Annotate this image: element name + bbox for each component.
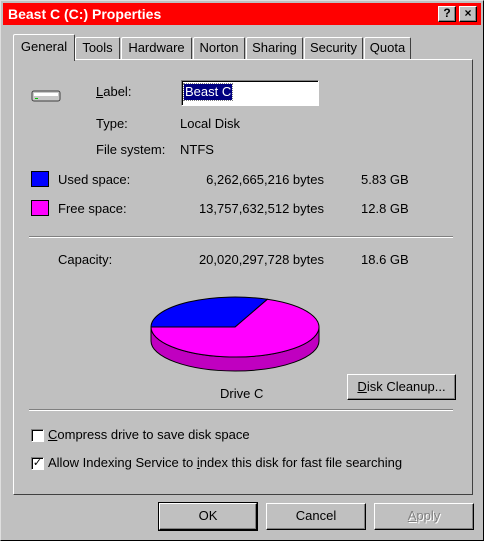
compress-checkbox[interactable] xyxy=(31,429,44,442)
free-space-bytes: 13,757,632,512 bytes xyxy=(198,201,324,216)
free-space-swatch xyxy=(31,200,49,216)
label-input[interactable]: Beast C xyxy=(181,80,319,106)
disk-cleanup-button[interactable]: Disk Cleanup... xyxy=(347,374,456,400)
label-input-value: Beast C xyxy=(182,83,234,101)
tab-security[interactable]: Security xyxy=(304,37,363,59)
title-bar[interactable]: Beast C (C:) Properties ? × xyxy=(3,3,481,25)
tab-quota[interactable]: Quota xyxy=(364,37,411,59)
used-space-bytes: 6,262,665,216 bytes xyxy=(206,172,324,187)
disk-usage-pie-chart xyxy=(150,296,320,372)
separator-top xyxy=(29,236,453,238)
window-title: Beast C (C:) Properties xyxy=(8,6,162,22)
filesystem-value: NTFS xyxy=(180,142,214,157)
close-button[interactable]: × xyxy=(459,6,477,22)
free-space-caption: Free space: xyxy=(58,201,127,216)
apply-button[interactable]: Apply xyxy=(374,503,474,530)
capacity-bytes: 20,020,297,728 bytes xyxy=(198,252,324,267)
tab-sharing[interactable]: Sharing xyxy=(246,37,303,59)
indexing-label: Allow Indexing Service to index this dis… xyxy=(48,455,403,470)
tab-hardware[interactable]: Hardware xyxy=(121,37,192,59)
hard-drive-icon xyxy=(31,90,61,102)
filesystem-caption: File system: xyxy=(96,142,166,157)
compress-label: Compress drive to save disk space xyxy=(48,427,250,442)
type-value: Local Disk xyxy=(180,116,240,131)
free-space-gb: 12.8 GB xyxy=(361,201,409,216)
tab-tools[interactable]: Tools xyxy=(75,37,120,59)
drive-caption: Drive C xyxy=(220,386,264,401)
type-caption: Type: xyxy=(96,116,128,131)
used-space-swatch xyxy=(31,171,49,187)
help-button[interactable]: ? xyxy=(438,6,456,22)
used-space-caption: Used space: xyxy=(58,172,131,187)
label-caption: Label: xyxy=(96,84,132,99)
used-space-gb: 5.83 GB xyxy=(361,172,409,187)
capacity-gb: 18.6 GB xyxy=(361,252,409,267)
separator-bottom xyxy=(29,409,453,411)
tab-general[interactable]: General xyxy=(13,34,75,61)
tab-norton[interactable]: Norton xyxy=(193,37,245,59)
ok-button[interactable]: OK xyxy=(158,502,258,531)
cancel-button[interactable]: Cancel xyxy=(266,503,366,530)
capacity-caption: Capacity: xyxy=(58,252,113,267)
indexing-checkbox[interactable]: ✓ xyxy=(31,457,44,470)
properties-window: Beast C (C:) Properties ? × General Tool… xyxy=(0,0,484,541)
